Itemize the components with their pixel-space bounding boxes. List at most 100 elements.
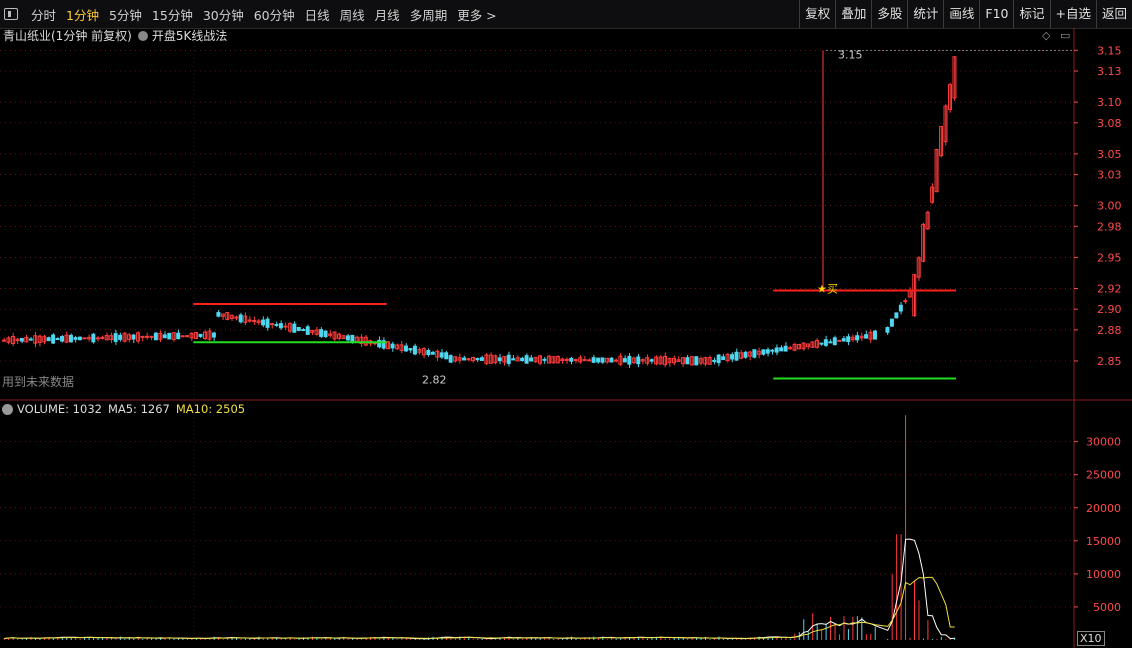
candle-body	[885, 327, 890, 333]
candle-body	[278, 323, 283, 329]
candle-body	[613, 359, 618, 362]
volume-tick-label: 20000	[1086, 502, 1121, 515]
candle-body	[113, 333, 118, 342]
future-data-note: 用到未来数据	[2, 375, 75, 389]
candle-body	[855, 335, 860, 341]
candle-body	[609, 357, 614, 363]
price-tick-label: 3.13	[1097, 65, 1122, 78]
panel-icon[interactable]: ▭	[1060, 29, 1070, 42]
indicator-dropdown-icon[interactable]	[137, 30, 148, 41]
candle-body	[180, 335, 185, 338]
candle-body	[82, 337, 87, 340]
candle-body	[153, 332, 158, 341]
candle-body	[247, 319, 252, 322]
candle-body	[69, 334, 73, 343]
low-price-label: 2.82	[422, 373, 447, 386]
candle-body	[846, 336, 851, 343]
candle-body	[497, 357, 502, 362]
price-tick-label: 3.10	[1097, 96, 1122, 109]
candle-body	[506, 354, 511, 364]
price-tick-label: 3.00	[1097, 200, 1122, 213]
candle-body	[100, 336, 105, 339]
candle-body	[841, 338, 846, 342]
candle-body	[837, 339, 842, 342]
candle-body	[95, 337, 100, 340]
candle-body	[412, 345, 417, 355]
candle-body	[542, 358, 547, 361]
chart-corner-controls: ◇ ▭	[1042, 29, 1070, 42]
candle-body	[408, 348, 413, 351]
diamond-icon[interactable]: ◇	[1042, 29, 1050, 42]
candle-body	[211, 332, 216, 338]
candle-body	[350, 334, 355, 343]
buy-star-icon: ★	[817, 282, 827, 295]
candle-body	[252, 320, 257, 323]
candle-body	[743, 351, 748, 358]
candle-body	[721, 356, 726, 361]
candle-body	[55, 338, 60, 341]
candle-body	[185, 335, 190, 338]
x10-badge[interactable]: X10	[1077, 631, 1105, 646]
candle-body	[903, 300, 908, 303]
price-tick-label: 2.85	[1097, 355, 1122, 368]
candle-body	[439, 352, 444, 358]
candle-body	[873, 330, 877, 340]
candle-body	[832, 337, 837, 346]
candle-body	[889, 318, 894, 327]
candle-body	[176, 332, 181, 340]
candle-body	[216, 312, 221, 317]
candle-body	[712, 359, 717, 362]
candle-body	[564, 358, 569, 361]
candle-body	[596, 357, 601, 363]
candle-body	[390, 343, 395, 349]
candle-body	[2, 339, 6, 342]
candle-body	[319, 329, 324, 337]
candle-body	[448, 355, 453, 363]
candle-body	[520, 357, 525, 362]
candle-body	[529, 357, 534, 362]
candle-body	[573, 359, 578, 362]
indicator-name[interactable]: 开盘5K线战法	[152, 27, 228, 44]
high-price-label: 3.15	[838, 48, 863, 61]
candle-body	[627, 355, 632, 365]
candle-body	[779, 347, 784, 352]
candle-body	[283, 325, 288, 328]
candle-body	[511, 358, 516, 361]
candle-body	[752, 349, 757, 358]
price-tick-label: 3.15	[1097, 44, 1122, 57]
candle-body	[426, 350, 431, 356]
candle-body	[524, 355, 529, 364]
price-tick-label: 2.95	[1097, 251, 1122, 264]
candle-body	[198, 333, 203, 337]
candle-body	[296, 327, 301, 331]
candle-body	[51, 334, 56, 344]
candle-body	[765, 349, 770, 354]
candle-body	[730, 354, 735, 360]
candle-body	[301, 329, 306, 332]
candle-body	[591, 357, 596, 363]
candle-body	[582, 359, 587, 362]
candle-body	[46, 337, 51, 342]
volume-ma10-line	[4, 576, 955, 639]
volume-tick-label: 30000	[1086, 436, 1121, 449]
candle-body	[774, 347, 779, 353]
candle-body	[864, 334, 869, 339]
candle-body	[91, 333, 96, 343]
price-tick-label: 2.98	[1097, 220, 1122, 233]
candle-body	[140, 335, 145, 338]
price-tick-label: 2.88	[1097, 324, 1122, 337]
candle-body	[716, 354, 721, 364]
candle-body	[734, 351, 739, 361]
candle-body	[587, 359, 592, 362]
volume-dropdown-icon[interactable]	[2, 403, 13, 415]
chart-canvas[interactable]: 3.15 3.13 3.10 3.08 3.05 3.03 3.00 2.98 2.95 2.92…	[0, 0, 1132, 648]
chart-header: 青山纸业(1分钟 前复权) 开盘5K线战法	[3, 27, 227, 44]
candle-body	[131, 334, 136, 340]
candle-body	[823, 339, 828, 346]
candle-body	[167, 332, 172, 340]
candle-body	[444, 352, 449, 360]
candle-body	[265, 318, 270, 328]
candle-body	[761, 349, 766, 355]
candle-body	[430, 351, 435, 355]
candle-body	[345, 335, 350, 341]
